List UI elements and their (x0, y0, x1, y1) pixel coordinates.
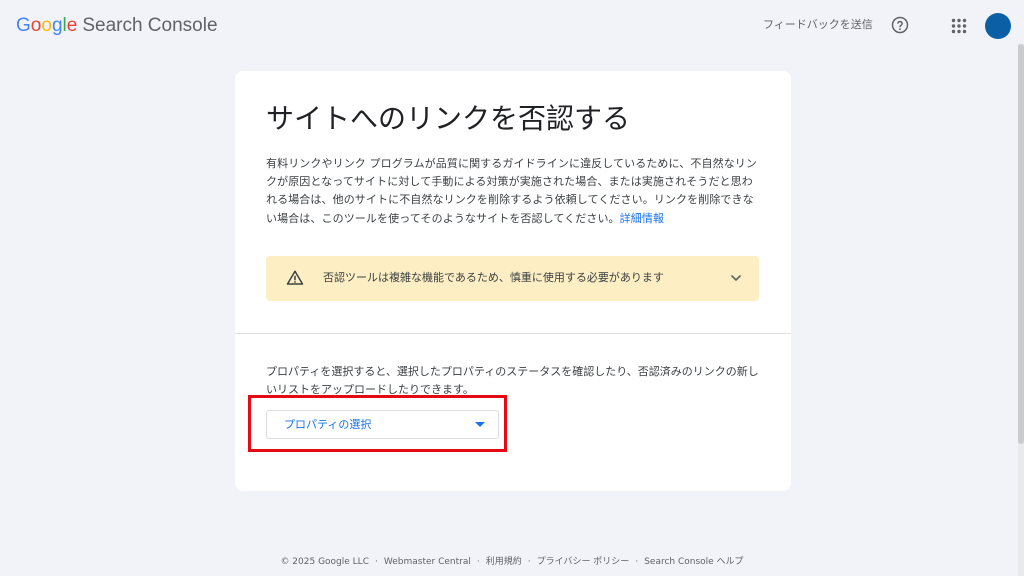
google-search-console-logo[interactable]: Google Search Console (16, 14, 218, 38)
chevron-down-icon[interactable] (729, 271, 743, 285)
apps-grid-icon[interactable] (951, 18, 967, 34)
footer-link-help[interactable]: Search Console ヘルプ (644, 557, 743, 567)
footer-separator: · (635, 557, 639, 567)
warning-banner[interactable]: 否認ツールは複雑な機能であるため、慎重に使用する必要があります (266, 256, 759, 301)
send-feedback-link[interactable]: フィードバックを送信 (763, 17, 873, 33)
footer-separator: · (374, 557, 378, 567)
footer-copyright: © 2025 Google LLC (280, 557, 369, 567)
page-scrollbar-thumb[interactable] (1018, 44, 1024, 444)
footer-link-privacy[interactable]: プライバシー ポリシー (537, 557, 630, 567)
logo-letter: g (51, 15, 63, 36)
page-footer: © 2025 Google LLC · Webmaster Central · 利用規約… (0, 555, 1024, 569)
logo-letter: e (66, 15, 78, 36)
learn-more-link[interactable]: 詳細情報 (620, 212, 664, 225)
property-select-label: プロパティの選択 (284, 418, 372, 431)
disavow-description: 有料リンクやリンク プログラムが品質に関するガイドラインに違反しているために、不… (266, 155, 763, 228)
footer-separator: · (476, 557, 480, 567)
footer-separator: · (527, 557, 531, 567)
footer-link-webmaster-central[interactable]: Webmaster Central (384, 557, 471, 567)
warning-text: 否認ツールは複雑な機能であるため、慎重に使用する必要があります (323, 271, 664, 284)
dropdown-arrow-icon (475, 422, 485, 427)
footer-link-terms[interactable]: 利用規約 (486, 557, 522, 567)
property-description: プロパティを選択すると、選択したプロパティのステータスを確認したり、否認済みのリ… (266, 365, 759, 396)
app-header: Google Search Console フィードバックを送信 (0, 0, 1024, 52)
logo-letter: G (16, 15, 31, 36)
warning-triangle-icon (286, 270, 304, 285)
description-text: 有料リンクやリンク プログラムが品質に関するガイドラインに違反しているために、不… (266, 157, 758, 225)
help-circle-icon[interactable] (891, 16, 909, 34)
section-divider (235, 333, 791, 334)
logo-letter: o (30, 15, 42, 36)
account-avatar[interactable] (985, 13, 1011, 39)
disavow-card: サイトへのリンクを否認する 有料リンクやリンク プログラムが品質に関するガイドラ… (235, 71, 791, 491)
property-select-dropdown[interactable]: プロパティの選択 (266, 410, 499, 439)
product-name: Search Console (82, 15, 218, 36)
page-title: サイトへのリンクを否認する (266, 102, 631, 135)
logo-letter: o (41, 15, 52, 36)
